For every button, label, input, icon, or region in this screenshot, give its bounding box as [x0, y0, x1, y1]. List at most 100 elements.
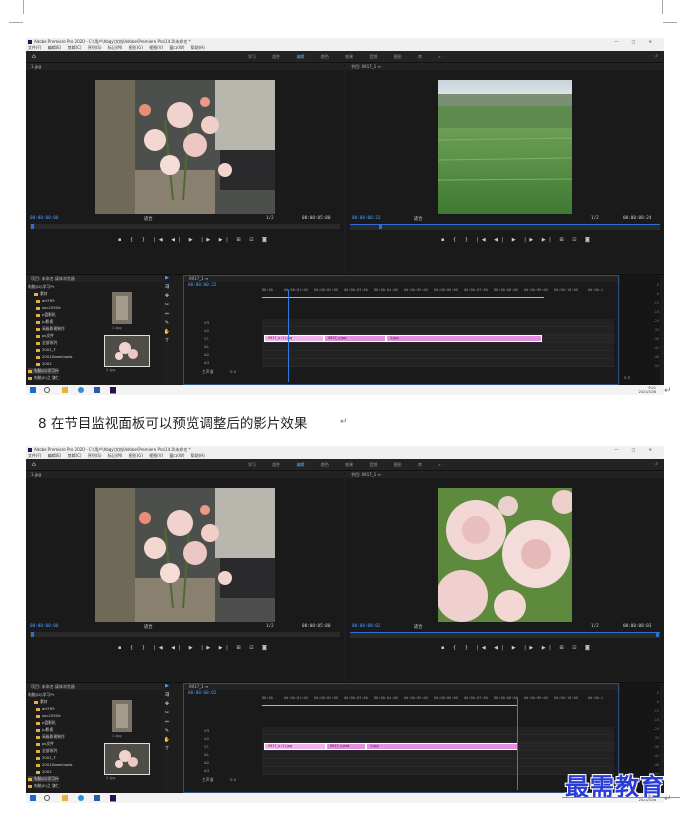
tree-item[interactable]: 2002: [36, 361, 52, 366]
tree-item[interactable]: 电脑(D)学习Pr: [28, 368, 59, 374]
menu-sequence[interactable]: 序列(S): [88, 45, 102, 50]
pen-tool-icon[interactable]: ✎: [162, 728, 172, 737]
timeline-clip[interactable]: 0917_s.jpg: [324, 335, 386, 342]
tree-item[interactable]: 电脑(D)学习Pr: [28, 776, 59, 782]
program-playhead[interactable]: [379, 224, 382, 229]
menu-help[interactable]: 帮助(H): [191, 453, 205, 458]
ws-more[interactable]: »: [438, 462, 440, 467]
track-header-v1[interactable]: V1: [204, 744, 209, 749]
hand-tool-icon[interactable]: ✋: [162, 737, 172, 746]
source-fraction[interactable]: 1/2: [266, 216, 274, 221]
ws-learn[interactable]: 学习: [248, 54, 256, 59]
premiere-taskbar-icon[interactable]: [110, 795, 116, 802]
ws-edit[interactable]: 编辑: [297, 54, 305, 59]
timeline-clip[interactable]: 1.jpg: [386, 335, 542, 342]
timeline-playhead[interactable]: [517, 698, 518, 790]
menu-marker[interactable]: 标记(M): [108, 45, 123, 50]
source-scrubber[interactable]: [30, 632, 340, 637]
track-select-icon[interactable]: ⇶: [162, 692, 172, 701]
tree-item[interactable]: 2001Downloads: [36, 354, 73, 359]
track-header-v2[interactable]: V2: [204, 736, 209, 741]
ws-color[interactable]: 颜色: [321, 462, 329, 467]
tree-item[interactable]: 2002: [36, 769, 52, 774]
ws-libraries[interactable]: 库: [418, 462, 422, 467]
tree-item[interactable]: ps文件: [36, 741, 54, 747]
premiere-taskbar-icon[interactable]: [110, 387, 116, 394]
tree-item[interactable]: 素材: [34, 291, 48, 297]
source-playhead[interactable]: [31, 632, 34, 637]
menu-window[interactable]: 窗口(W): [169, 453, 184, 458]
media-thumbnail[interactable]: [104, 743, 150, 775]
menu-sequence[interactable]: 序列(S): [88, 453, 102, 458]
search-taskbar-icon[interactable]: [44, 795, 50, 801]
track-header-a3[interactable]: A3: [204, 768, 209, 773]
source-transport-controls[interactable]: ▪ { } |◀ ◀| ▶ |▶ ▶| ⊞ ⊡ ◙: [118, 645, 270, 651]
source-timecode-in[interactable]: 00:00:00:00: [30, 216, 58, 221]
search-icon[interactable]: ⌕: [655, 53, 658, 59]
windows-start-icon[interactable]: [30, 387, 36, 393]
program-fraction[interactable]: 1/2: [591, 216, 599, 221]
ws-effects[interactable]: 效果: [345, 462, 353, 467]
timeline-timecode[interactable]: 00:00:08:02: [188, 691, 216, 696]
tree-item[interactable]: 2001_T: [36, 347, 56, 352]
type-tool-icon[interactable]: T: [162, 746, 172, 755]
ws-libraries[interactable]: 库: [418, 54, 422, 59]
ws-graphics[interactable]: 图形: [394, 54, 402, 59]
source-scrubber[interactable]: [30, 224, 340, 229]
slip-tool-icon[interactable]: ⇔: [162, 719, 172, 728]
type-tool-icon[interactable]: T: [162, 338, 172, 347]
tree-item[interactable]: 电脑(E)之 谦仁: [28, 375, 60, 381]
work-area-bar[interactable]: [262, 297, 544, 298]
tree-item[interactable]: art795: [36, 706, 55, 711]
ws-assembly[interactable]: 组件: [272, 462, 280, 467]
tree-item[interactable]: Ju影视: [36, 319, 53, 325]
tree-item[interactable]: 电脑(E)之 谦仁: [28, 783, 60, 789]
tree-item[interactable]: sec2050d: [36, 305, 60, 310]
ws-audio[interactable]: 音频: [369, 54, 377, 59]
pen-tool-icon[interactable]: ✎: [162, 320, 172, 329]
menu-view[interactable]: 视图(V): [149, 45, 163, 50]
program-transport-controls[interactable]: ▪ { } |◀ ◀| ▶ |▶ ▶| ⊞ ⊡ ◙: [441, 645, 593, 651]
tree-item[interactable]: 全部系列: [36, 748, 57, 754]
menu-marker[interactable]: 标记(M): [108, 453, 123, 458]
ws-assembly[interactable]: 组件: [272, 54, 280, 59]
menu-file[interactable]: 文件(F): [28, 453, 41, 458]
razor-tool-icon[interactable]: ✂: [162, 302, 172, 311]
program-fit[interactable]: 适合: [414, 624, 423, 630]
program-fraction[interactable]: 1/2: [591, 624, 599, 629]
program-tab[interactable]: 节目: 0917_1 ≡: [346, 471, 664, 478]
tree-item[interactable]: ps文件: [36, 333, 54, 339]
selection-tool-icon[interactable]: ▶: [162, 683, 172, 692]
source-tab[interactable]: 1.jpg: [26, 471, 344, 478]
ws-audio[interactable]: 音频: [369, 462, 377, 467]
timeline-playhead[interactable]: [288, 290, 289, 382]
home-icon[interactable]: ⌂: [32, 53, 36, 60]
ws-effects[interactable]: 效果: [345, 54, 353, 59]
media-thumbnail[interactable]: [112, 292, 132, 324]
track-header-v1[interactable]: V1: [204, 336, 209, 341]
word-icon[interactable]: [94, 795, 100, 801]
ws-more[interactable]: »: [438, 54, 440, 59]
tree-item[interactable]: 素材: [34, 699, 48, 705]
menu-clip[interactable]: 剪辑(C): [68, 45, 82, 50]
menu-edit[interactable]: 编辑(E): [48, 453, 62, 458]
track-header-a3[interactable]: A3: [204, 360, 209, 365]
program-fit[interactable]: 适合: [414, 216, 423, 222]
menu-window[interactable]: 窗口(W): [169, 45, 184, 50]
track-header-a1[interactable]: A1: [204, 752, 209, 757]
track-select-icon[interactable]: ⇶: [162, 284, 172, 293]
menu-graphics[interactable]: 图形(G): [129, 45, 143, 50]
tree-item[interactable]: e盘影机: [36, 720, 56, 726]
track-header-a1[interactable]: A1: [204, 344, 209, 349]
ws-edit[interactable]: 编辑: [297, 462, 305, 467]
window-controls[interactable]: — ▢ ✕: [614, 446, 658, 453]
source-playhead[interactable]: [31, 224, 34, 229]
ws-graphics[interactable]: 图形: [394, 462, 402, 467]
menu-file[interactable]: 文件(F): [28, 45, 41, 50]
track-header-a2[interactable]: A2: [204, 760, 209, 765]
search-taskbar-icon[interactable]: [44, 387, 50, 393]
media-thumbnail[interactable]: [104, 335, 150, 367]
source-tab[interactable]: 1.jpg: [26, 63, 344, 70]
selection-tool-icon[interactable]: ▶: [162, 275, 172, 284]
ripple-edit-icon[interactable]: ✥: [162, 293, 172, 302]
